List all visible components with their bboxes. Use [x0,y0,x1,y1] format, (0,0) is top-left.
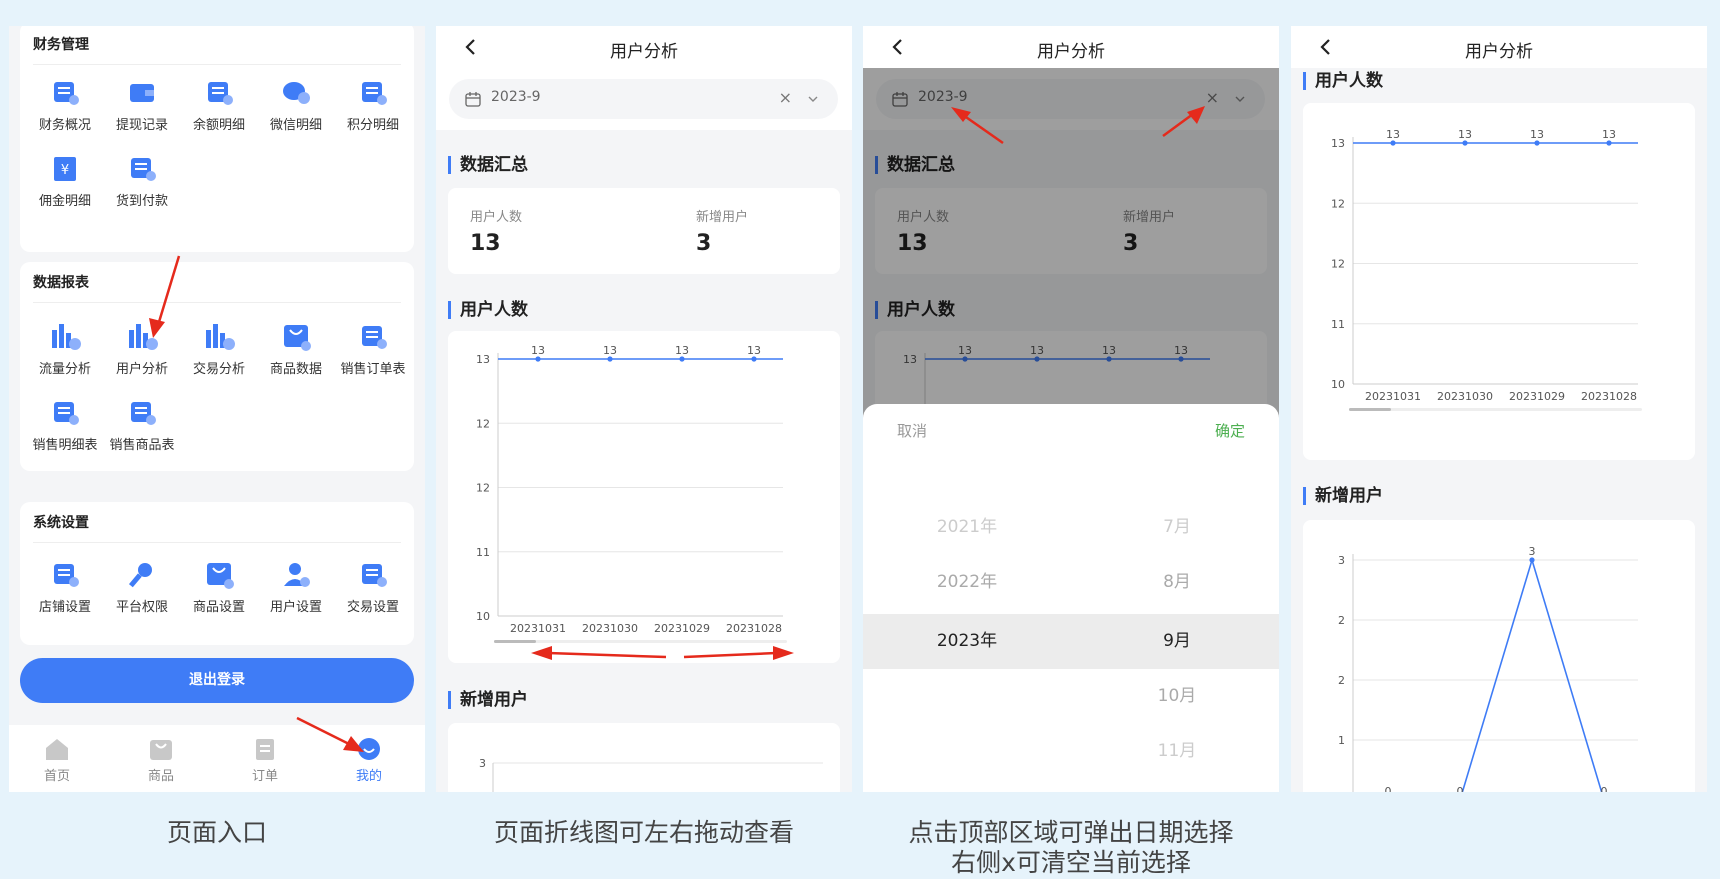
data-label: 13 [1458,128,1472,141]
arrow-head [343,736,364,752]
data-label: 0 [1457,785,1464,792]
page-title: 用户分析 [1465,42,1533,62]
caption-entry: 页面入口 [166,818,267,847]
users-line-chart[interactable]: 10 11 12 12 13 13 20231031 13 20231030 13 20231029… [1303,103,1695,460]
y-tick-label: 2 [1338,674,1345,687]
data-point[interactable] [1606,140,1612,146]
y-tick-label: 12 [1331,258,1345,271]
x-tick-label: 20231028 [1581,390,1637,403]
arrow-right-head [773,646,794,660]
y-tick-label: 2 [1338,614,1345,627]
nav-bar: 用户分析 [1291,26,1707,68]
arrow-right [683,651,777,659]
scroll-track[interactable] [1349,408,1642,411]
user-analysis-screen: 用户分析 2023-9 × 数据汇总 用户人数 13 新增用户 3 用户人数 1… [436,26,852,792]
user-analysis-scrolled-screen: 用户分析 用户人数 10 11 12 12 13 13 20231031 13 20231030… [1291,26,1707,792]
data-point[interactable] [1534,140,1540,146]
data-point[interactable] [1390,140,1396,146]
arrow-clear [1162,112,1194,138]
users-section-title: 用户人数 [1303,72,1383,90]
series-line [1461,557,1603,792]
scroll-thumb[interactable] [1349,408,1391,411]
y-tick-label: 10 [1331,378,1345,391]
new-users-section-title: 新增用户 [1303,487,1383,505]
data-label: 13 [1602,128,1616,141]
annotation-arrows [951,106,1205,145]
new-users-line-chart[interactable]: 0122302023102002023101932023101802023101… [1303,520,1695,792]
arrow-date [962,113,1004,145]
new-users-chart-card[interactable]: 0122302023102002023101932023101802023101… [1303,520,1695,792]
caption-line: 点击顶部区域可弹出日期选择 [908,818,1234,847]
date-picker-screen: 用户分析 2023-9 × 数据汇总 用户人数 13 新增用户 3 用户人数 1… [863,26,1279,792]
data-label: 0 [1385,785,1392,792]
caption-line: 右侧x可清空当前选择 [951,848,1191,877]
y-tick-label: 12 [1331,197,1345,210]
caption-picker: 点击顶部区域可弹出日期选择 右侧x可清空当前选择 [863,818,1279,878]
data-point[interactable] [1529,557,1535,563]
caption-drag: 页面折线图可左右拖动查看 [493,818,794,847]
arrow-head [149,318,165,338]
annotation-arrows [531,646,794,660]
x-tick-label: 20231031 [1365,390,1421,403]
arrow-mine-tab [296,716,350,746]
arrow-clear-head [1187,106,1205,124]
y-tick-label: 1 [1338,734,1345,747]
y-tick-label: 13 [1331,137,1345,150]
data-point[interactable] [1462,140,1468,146]
arrow-user-analysis [157,255,181,323]
y-tick-label: 3 [1338,554,1345,567]
annotation-arrows [149,255,364,752]
arrow-left-head [531,646,552,660]
x-tick-label: 20231029 [1509,390,1565,403]
arrow-left [547,651,667,659]
users-chart-card[interactable]: 10 11 12 12 13 13 20231031 13 20231030 13 20231029… [1303,103,1695,460]
data-label: 3 [1529,545,1536,558]
data-label: 0 [1601,785,1608,792]
x-tick-label: 20231030 [1437,390,1493,403]
data-label: 13 [1386,128,1400,141]
data-label: 13 [1530,128,1544,141]
y-tick-label: 11 [1331,318,1345,331]
